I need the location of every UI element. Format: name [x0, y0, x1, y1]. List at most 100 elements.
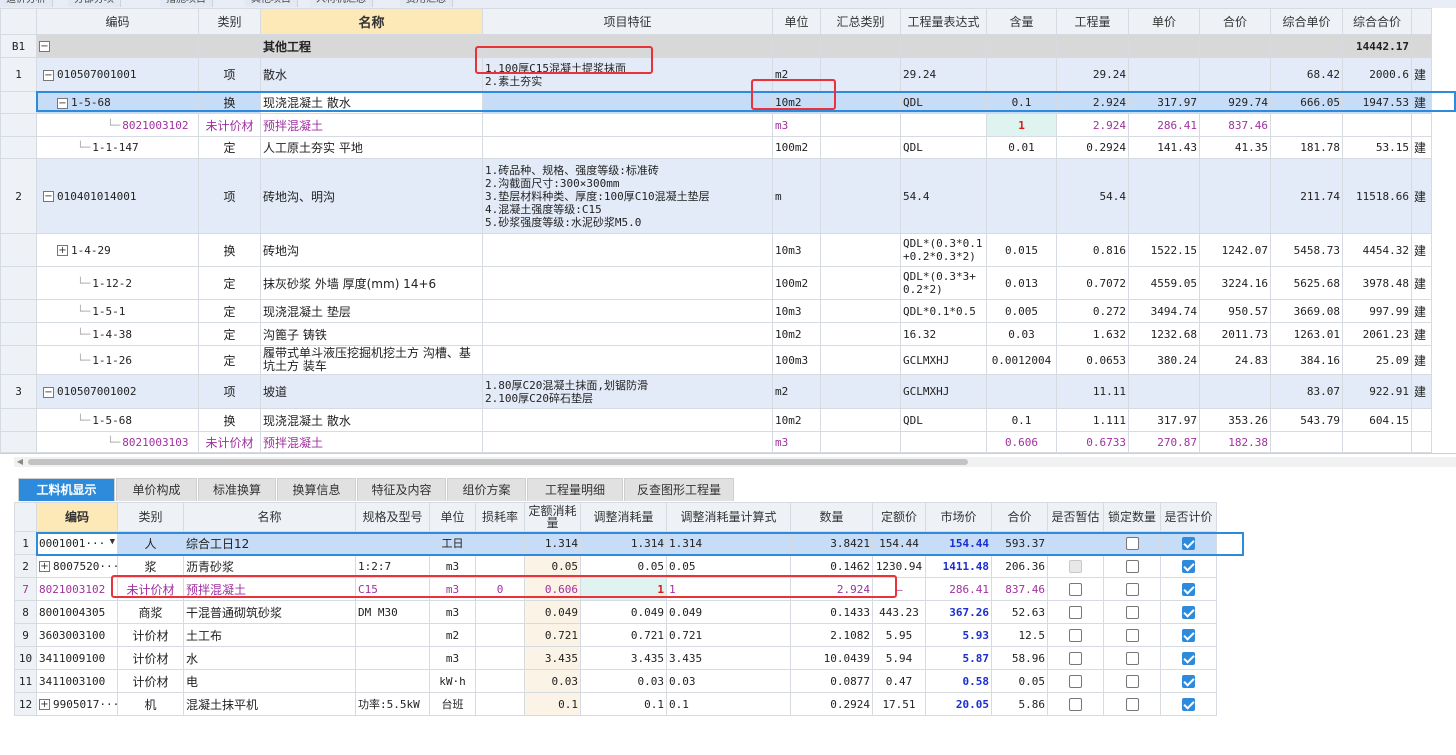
- cell-feature[interactable]: [482, 431, 773, 453]
- cell-name[interactable]: 履带式单斗液压挖掘机挖土方 沟槽、基坑土方 装车: [260, 345, 483, 375]
- column-header[interactable]: 汇总类别: [820, 8, 901, 35]
- table-row[interactable]: └─ 1-1-147 定 人工原土夯实 平地 100m2 QDL 0.01 0.2924 141…: [0, 136, 1432, 159]
- cell-content[interactable]: 0.0012004: [986, 345, 1057, 375]
- cell-type[interactable]: 计价材: [117, 669, 184, 693]
- cell-qty[interactable]: 0.7072: [1056, 266, 1129, 300]
- cell-cprice[interactable]: 5625.68: [1270, 266, 1343, 300]
- cell-total[interactable]: 837.46: [991, 577, 1048, 601]
- cell-unit[interactable]: [772, 34, 821, 58]
- cell-content[interactable]: 1: [986, 113, 1057, 137]
- column-header[interactable]: 数量: [790, 502, 873, 532]
- cell-unit[interactable]: 10m3: [772, 233, 821, 267]
- cell-total[interactable]: 2011.73: [1199, 322, 1271, 346]
- cell-name[interactable]: 坡道: [260, 374, 483, 409]
- cell-cprice[interactable]: 1263.01: [1270, 322, 1343, 346]
- cell-expr[interactable]: [900, 113, 987, 137]
- cell-total[interactable]: [1199, 374, 1271, 409]
- column-header[interactable]: 锁定数量: [1103, 502, 1161, 532]
- top-tab[interactable]: 措施项目: [160, 0, 213, 7]
- cell-expr[interactable]: 16.32: [900, 322, 987, 346]
- cell-content[interactable]: 0.01: [986, 136, 1057, 159]
- cell-summary[interactable]: [820, 158, 901, 234]
- cell-code[interactable]: └─ 8021003103: [36, 431, 199, 453]
- table-row[interactable]: 2−010401014001 项 砖地沟、明沟 1.砖品种、规格、强度等级:标准砖 2…: [0, 158, 1432, 234]
- cell-cprice[interactable]: 5458.73: [1270, 233, 1343, 267]
- cell-loss[interactable]: [475, 692, 525, 716]
- cell-content[interactable]: 0.005: [986, 299, 1057, 323]
- cell-unit[interactable]: 工日: [429, 531, 476, 555]
- cell-total[interactable]: 0.05: [991, 669, 1048, 693]
- cell-name[interactable]: 砖地沟、明沟: [260, 158, 483, 234]
- cell-code[interactable]: 8001004305: [36, 600, 118, 624]
- cell-base[interactable]: 5.95: [872, 623, 926, 647]
- checkbox-priced[interactable]: [1182, 536, 1195, 550]
- cell-code[interactable]: └─ 1-5-68: [36, 408, 199, 432]
- cell-loss[interactable]: [475, 554, 525, 578]
- cell-formula[interactable]: 1: [666, 577, 791, 601]
- cell-summary[interactable]: [820, 57, 901, 92]
- cell-name[interactable]: 土工布: [183, 623, 356, 647]
- cell-price[interactable]: 1232.68: [1128, 322, 1200, 346]
- cell-type[interactable]: [198, 34, 261, 58]
- cell-ctotal[interactable]: 2000.6: [1342, 57, 1412, 92]
- cell-loss[interactable]: [475, 623, 525, 647]
- cell-name[interactable]: 电: [183, 669, 356, 693]
- cell-lock[interactable]: [1103, 623, 1161, 647]
- column-header[interactable]: 编码: [36, 502, 118, 532]
- cell-content[interactable]: [986, 34, 1057, 58]
- cell-type[interactable]: 定: [198, 299, 261, 323]
- table-row[interactable]: 9 3603003100 计价材 土工布 m2 0.721 0.721 0.721 2.1082…: [14, 623, 1217, 647]
- cell-name[interactable]: 其他工程: [260, 34, 483, 58]
- checkbox-priced[interactable]: [1182, 628, 1195, 642]
- cell-total[interactable]: 1242.07: [1199, 233, 1271, 267]
- cell-price[interactable]: 4559.05: [1128, 266, 1200, 300]
- tab-1[interactable]: 工料机显示: [18, 478, 115, 501]
- cell-summary[interactable]: [820, 431, 901, 453]
- table-row[interactable]: B1− 其他工程 14442.17: [0, 34, 1432, 58]
- table-row[interactable]: └─ 1-12-2 定 抹灰砂浆 外墙 厚度(mm) 14+6 100m2 QDL*(0.…: [0, 266, 1432, 300]
- cell-num[interactable]: 0.1433: [790, 600, 873, 624]
- cell-unit[interactable]: 10m3: [772, 299, 821, 323]
- column-header[interactable]: 单位: [429, 502, 476, 532]
- cell-total[interactable]: 182.38: [1199, 431, 1271, 453]
- cell-qtyq[interactable]: 0.049: [524, 600, 581, 624]
- collapse-icon[interactable]: −: [43, 386, 54, 398]
- cell-feature[interactable]: [482, 322, 773, 346]
- cell-ctotal[interactable]: 14442.17: [1342, 34, 1412, 58]
- cell-code[interactable]: └─ 1-5-1: [36, 299, 199, 323]
- column-header[interactable]: 综合合价: [1342, 8, 1412, 35]
- cell-content[interactable]: 0.1: [986, 408, 1057, 432]
- cell-name[interactable]: 水: [183, 646, 356, 670]
- cell-type[interactable]: 未计价材: [198, 431, 261, 453]
- cell-type[interactable]: 定: [198, 136, 261, 159]
- cell-total[interactable]: 950.57: [1199, 299, 1271, 323]
- cell-type[interactable]: 未计价材: [198, 113, 261, 137]
- cell-type[interactable]: 计价材: [117, 646, 184, 670]
- table-row[interactable]: 2 +8007520··· 浆 沥青砂浆 1:2:7 m3 0.05 0.05 0.05 0.14…: [14, 554, 1217, 578]
- top-tab[interactable]: 其他项目: [245, 0, 298, 7]
- cell-price[interactable]: [1128, 374, 1200, 409]
- cell-name[interactable]: 预拌混凝土: [260, 113, 483, 137]
- cell-total[interactable]: [1199, 34, 1271, 58]
- cell-summary[interactable]: [820, 266, 901, 300]
- cell-adj[interactable]: 1: [580, 577, 667, 601]
- cell-market[interactable]: 5.87: [925, 646, 992, 670]
- cell-summary[interactable]: [820, 322, 901, 346]
- cell-loss[interactable]: 0: [475, 577, 525, 601]
- column-header[interactable]: 是否计价: [1160, 502, 1217, 532]
- cell-lock[interactable]: [1103, 554, 1161, 578]
- cell-price[interactable]: 141.43: [1128, 136, 1200, 159]
- dropdown-arrow-icon[interactable]: ▼: [110, 537, 115, 547]
- column-header[interactable]: [14, 502, 37, 532]
- cell-summary[interactable]: [820, 34, 901, 58]
- cell-qty[interactable]: 11.11: [1056, 374, 1129, 409]
- cell-qty[interactable]: 1.632: [1056, 322, 1129, 346]
- column-header[interactable]: 单价: [1128, 8, 1200, 35]
- cell-content[interactable]: [986, 374, 1057, 409]
- cell-type[interactable]: 定: [198, 322, 261, 346]
- cell-content[interactable]: 0.606: [986, 431, 1057, 453]
- cell-unit[interactable]: m3: [772, 431, 821, 453]
- cell-name[interactable]: 干混普通砌筑砂浆: [183, 600, 356, 624]
- tab-2[interactable]: 单价构成: [116, 478, 197, 501]
- checkbox-lock[interactable]: [1125, 536, 1139, 550]
